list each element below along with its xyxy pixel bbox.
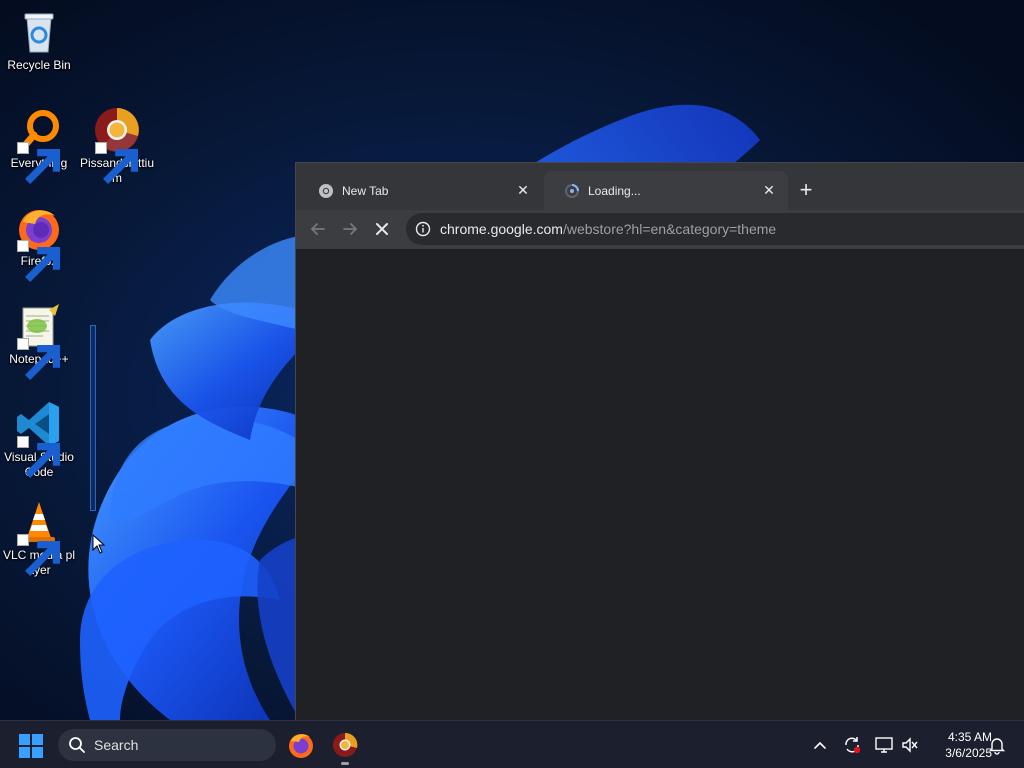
search-placeholder: Search — [94, 737, 139, 753]
taskbar-app-pissandshittium[interactable] — [331, 731, 359, 765]
forward-arrow-icon — [343, 223, 358, 235]
desktop-icon-notepad-plus-plus[interactable]: Notepad++ — [0, 302, 78, 380]
desktop-icon-everything[interactable]: Everything — [0, 106, 78, 184]
shortcut-arrow-icon — [95, 142, 138, 184]
back-arrow-icon — [310, 223, 325, 235]
chromium-icon — [93, 106, 141, 184]
update-sync-icon[interactable] — [842, 735, 862, 755]
taskbar: Search 4:35 AM 3/6/2025 — [0, 720, 1024, 768]
clock-date: 3/6/2025 — [945, 746, 992, 760]
stop-loading-button[interactable] — [368, 215, 396, 243]
search-icon — [69, 737, 85, 753]
tab-close-button[interactable]: ✕ — [760, 182, 778, 200]
address-url: chrome.google.com/webstore?hl=en&categor… — [440, 221, 776, 237]
tab-close-button[interactable]: ✕ — [514, 182, 532, 200]
chromium-icon — [333, 732, 358, 757]
desktop-icon-recycle-bin[interactable]: Recycle Bin — [0, 8, 78, 73]
desktop-icon-pissandshittium[interactable]: Pissandshittium — [78, 106, 156, 186]
new-tab-button[interactable]: + — [794, 178, 818, 202]
tab-title: New Tab — [342, 183, 389, 198]
back-button[interactable] — [304, 215, 332, 243]
chrome-icon — [318, 183, 334, 199]
desktop-icon-firefox[interactable]: Firefox — [0, 204, 78, 282]
info-icon[interactable] — [408, 221, 438, 237]
tab-loading[interactable]: Loading... ✕ — [544, 171, 788, 210]
address-bar[interactable]: chrome.google.com/webstore?hl=en&categor… — [406, 213, 1024, 245]
url-domain: chrome.google.com — [440, 221, 563, 237]
running-indicator — [341, 762, 349, 765]
firefox-icon — [15, 204, 63, 282]
network-display-icon[interactable] — [874, 735, 894, 755]
tab-new-tab[interactable]: New Tab ✕ — [298, 171, 542, 210]
desktop-icon-vlc[interactable]: VLC media player — [0, 498, 78, 578]
notification-bell-icon[interactable] — [987, 735, 1007, 755]
recycle-bin-icon — [15, 8, 63, 56]
shortcut-arrow-icon — [17, 534, 60, 576]
forward-button[interactable] — [336, 215, 364, 243]
shortcut-arrow-icon — [17, 142, 60, 184]
shortcut-arrow-icon — [17, 436, 60, 478]
taskbar-clock[interactable]: 4:35 AM 3/6/2025 — [922, 729, 992, 761]
firefox-icon — [289, 734, 313, 758]
volume-muted-icon[interactable] — [900, 735, 920, 755]
shortcut-arrow-icon — [17, 240, 60, 282]
taskbar-app-firefox[interactable] — [287, 731, 315, 759]
vscode-icon — [15, 400, 63, 478]
page-content-area[interactable] — [296, 248, 1024, 720]
tab-title: Loading... — [588, 183, 641, 198]
stop-loading-icon — [376, 223, 388, 235]
notepad-plus-plus-icon — [15, 302, 63, 380]
vlc-icon — [15, 498, 63, 576]
tab-strip: New Tab ✕ Loading... ✕ + — [296, 163, 1024, 210]
clock-time: 4:35 AM — [947, 730, 992, 744]
mouse-cursor-icon — [92, 534, 106, 554]
everything-search-icon — [15, 106, 63, 184]
windows-start-icon[interactable] — [18, 733, 44, 759]
shortcut-arrow-icon — [17, 338, 60, 380]
browser-window: New Tab ✕ Loading... ✕ + chrome.google.c… — [295, 162, 1024, 720]
taskbar-search-box[interactable]: Search — [58, 729, 276, 761]
url-path: /webstore?hl=en&category=theme — [562, 221, 777, 237]
desktop-icon-vscode[interactable]: Visual Studio Code — [0, 400, 78, 480]
browser-toolbar: chrome.google.com/webstore?hl=en&categor… — [296, 210, 1024, 248]
desktop-icon-label: Recycle Bin — [7, 58, 71, 72]
show-hidden-icons-chevron[interactable] — [810, 735, 830, 755]
loading-spinner-icon — [564, 183, 580, 199]
desktop-drag-selection — [90, 325, 96, 511]
